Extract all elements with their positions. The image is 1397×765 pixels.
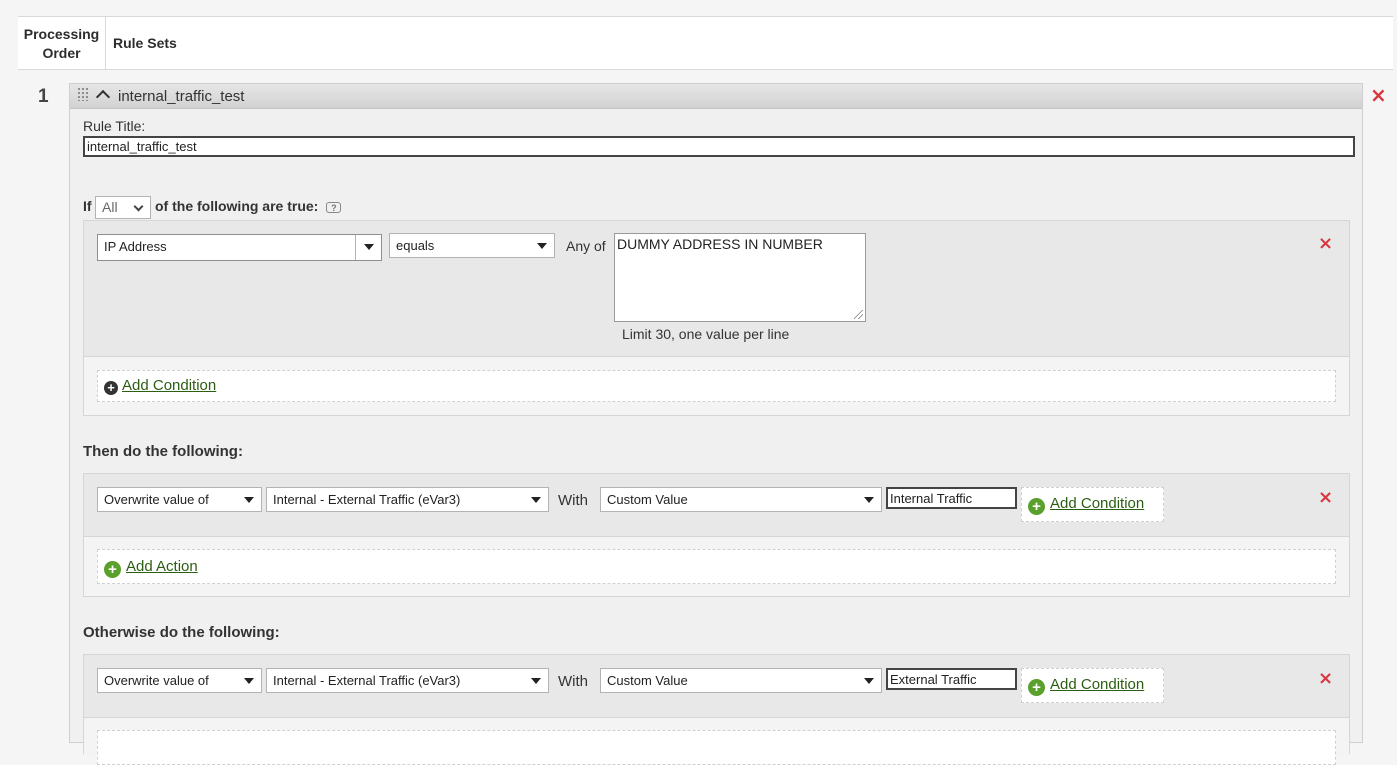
then-add-condition-box: + Add Condition — [1021, 487, 1164, 522]
plus-circle-icon: + — [104, 381, 118, 395]
otherwise-action-value: Overwrite value of — [104, 673, 209, 688]
if-label: If — [83, 198, 92, 214]
add-condition-link[interactable]: Add Condition — [122, 377, 216, 394]
following-true-text: of the following are true: — [155, 198, 319, 214]
rule-title-label: Rule Title: — [83, 118, 146, 134]
plus-circle-icon: + — [1028, 679, 1045, 696]
otherwise-value-type-select[interactable]: Custom Value — [600, 668, 882, 693]
caret-down-icon — [864, 497, 874, 503]
condition-operator-select[interactable]: equals — [389, 233, 555, 258]
then-with-label: With — [558, 492, 588, 509]
conditions-footer: + Add Condition — [84, 356, 1349, 415]
then-action-value: Overwrite value of — [104, 492, 209, 507]
caret-down-icon — [531, 678, 541, 684]
processing-order-header-line1: Processing — [23, 26, 100, 42]
otherwise-label: Otherwise do the following: — [83, 624, 280, 641]
otherwise-value-type-value: Custom Value — [607, 673, 688, 688]
caret-down-icon — [244, 678, 254, 684]
rule-sets-header: Rule Sets — [113, 35, 177, 51]
remove-ruleset-icon[interactable]: × — [1370, 85, 1387, 105]
plus-circle-icon: + — [104, 561, 121, 578]
add-action-link[interactable]: Add Action — [126, 558, 198, 575]
otherwise-add-condition-button[interactable]: + Add Condition — [1028, 676, 1144, 696]
caret-down-icon — [244, 497, 254, 503]
then-actions-footer: + Add Action — [84, 536, 1349, 596]
rule-title-input[interactable] — [83, 136, 1355, 157]
resize-grip-icon[interactable] — [854, 310, 863, 319]
then-actions-panel: Overwrite value of Internal - External T… — [83, 473, 1350, 597]
ruleset-header-bar[interactable]: internal_traffic_test — [70, 84, 1362, 109]
add-action-button[interactable]: + Add Action — [104, 558, 198, 578]
add-action-box: + Add Action — [97, 549, 1336, 584]
processing-order-header-line2: Order — [42, 45, 81, 61]
plus-circle-icon: + — [1028, 498, 1045, 515]
caret-down-icon — [537, 243, 547, 249]
ruleset-title: internal_traffic_test — [118, 88, 245, 105]
caret-down-icon — [531, 497, 541, 503]
otherwise-actions-footer — [84, 717, 1349, 765]
otherwise-action-select[interactable]: Overwrite value of — [97, 668, 262, 693]
chevron-down-icon — [133, 201, 144, 212]
then-action-select[interactable]: Overwrite value of — [97, 487, 262, 512]
otherwise-variable-value: Internal - External Traffic (eVar3) — [273, 673, 461, 688]
otherwise-custom-value-input[interactable] — [886, 668, 1017, 690]
otherwise-with-label: With — [558, 673, 588, 690]
then-add-condition-link[interactable]: Add Condition — [1050, 495, 1144, 512]
caret-down-icon — [864, 678, 874, 684]
chevron-up-icon[interactable] — [95, 89, 111, 105]
otherwise-variable-select[interactable]: Internal - External Traffic (eVar3) — [266, 668, 549, 693]
processing-order-header: Processing Order — [18, 17, 106, 70]
following-true-label: of the following are true:? — [155, 198, 342, 214]
remove-then-action-icon[interactable]: × — [1318, 488, 1333, 508]
then-value-type-value: Custom Value — [607, 492, 688, 507]
condition-operator-value: equals — [396, 238, 435, 253]
remove-otherwise-action-icon[interactable]: × — [1318, 669, 1333, 689]
then-value-type-select[interactable]: Custom Value — [600, 487, 882, 512]
condition-field-value: IP Address — [104, 239, 167, 254]
condition-field-select[interactable]: IP Address — [97, 234, 382, 261]
otherwise-actions-panel: Overwrite value of Internal - External T… — [83, 654, 1350, 765]
then-variable-value: Internal - External Traffic (eVar3) — [273, 492, 461, 507]
values-limit-hint: Limit 30, one value per line — [622, 326, 790, 342]
rules-table-header: Processing Order Rule Sets — [18, 16, 1393, 70]
ruleset-panel: internal_traffic_test Rule Title: If All… — [69, 83, 1363, 765]
then-custom-value-input[interactable] — [886, 487, 1017, 509]
add-condition-box: + Add Condition — [97, 370, 1336, 402]
help-icon[interactable]: ? — [326, 202, 342, 213]
then-variable-select[interactable]: Internal - External Traffic (eVar3) — [266, 487, 549, 512]
select-divider — [355, 235, 356, 260]
match-mode-select[interactable]: All — [95, 196, 151, 219]
processing-order-number: 1 — [38, 86, 49, 107]
condition-values-text: DUMMY ADDRESS IN NUMBER — [617, 236, 823, 252]
caret-down-icon — [364, 244, 374, 250]
remove-condition-icon[interactable]: × — [1318, 234, 1333, 254]
otherwise-add-action-box — [97, 730, 1336, 765]
condition-values-textarea[interactable]: DUMMY ADDRESS IN NUMBER — [614, 233, 866, 322]
add-condition-button[interactable]: + Add Condition — [104, 377, 216, 395]
otherwise-add-condition-link[interactable]: Add Condition — [1050, 676, 1144, 693]
then-label: Then do the following: — [83, 443, 243, 460]
drag-handle-icon[interactable] — [77, 87, 89, 101]
then-add-condition-button[interactable]: + Add Condition — [1028, 495, 1144, 515]
conditions-panel: IP Address equals Any of DUMMY ADDRESS I… — [83, 220, 1350, 416]
otherwise-add-condition-box: + Add Condition — [1021, 668, 1164, 703]
any-of-label: Any of — [566, 238, 606, 254]
match-mode-value: All — [102, 199, 118, 215]
